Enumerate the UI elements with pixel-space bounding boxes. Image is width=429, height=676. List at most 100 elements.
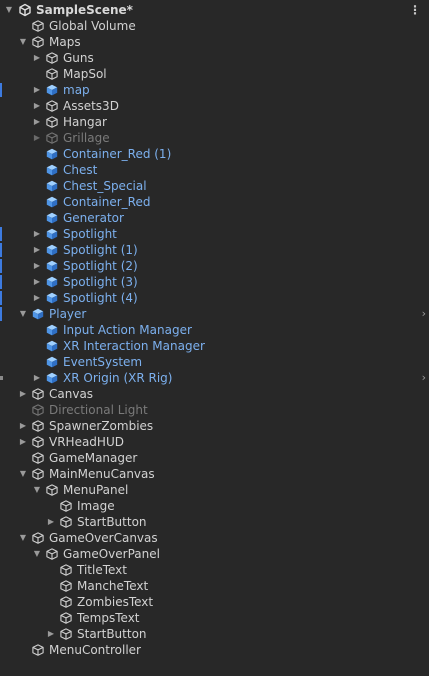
prefab-cube-icon <box>46 260 58 272</box>
cube-icon <box>60 596 72 608</box>
hierarchy-item[interactable]: ▶ Assets3D <box>0 98 429 114</box>
cube-icon <box>60 628 72 640</box>
hierarchy-item-label: MapSol <box>63 67 107 81</box>
hierarchy-item[interactable]: TitleText <box>0 562 429 578</box>
expand-arrow-icon[interactable]: ▼ <box>32 482 42 498</box>
hierarchy-item[interactable]: Container_Red (1) <box>0 146 429 162</box>
hierarchy-item[interactable]: ▶ Spotlight (4) <box>0 290 429 306</box>
hierarchy-item-label: MancheText <box>77 579 149 593</box>
prefab-cube-icon <box>46 276 58 288</box>
cube-icon <box>32 404 44 416</box>
collapse-arrow-icon[interactable]: ▶ <box>32 130 42 146</box>
expand-arrow-icon[interactable]: ▼ <box>18 306 28 322</box>
hierarchy-item[interactable]: ▼ GameOverPanel <box>0 546 429 562</box>
hierarchy-item[interactable]: TempsText <box>0 610 429 626</box>
collapse-arrow-icon[interactable]: ▶ <box>32 98 42 114</box>
hierarchy-item[interactable]: ▶ Spotlight <box>0 226 429 242</box>
expand-arrow-icon[interactable]: ▼ <box>4 2 14 18</box>
override-marker <box>0 275 2 289</box>
cube-icon <box>60 516 72 528</box>
hierarchy-item[interactable]: Container_Red <box>0 194 429 210</box>
collapse-arrow-icon[interactable]: ▶ <box>32 290 42 306</box>
hierarchy-item[interactable]: ▼ MenuPanel <box>0 482 429 498</box>
collapse-arrow-icon[interactable]: ▶ <box>32 114 42 130</box>
cube-icon <box>32 468 44 480</box>
hierarchy-item[interactable]: Input Action Manager <box>0 322 429 338</box>
hierarchy-item[interactable]: ▶ StartButton <box>0 514 429 530</box>
hierarchy-item-label: GameManager <box>49 451 138 465</box>
override-marker <box>0 291 2 305</box>
hierarchy-item[interactable]: ▶ Hangar <box>0 114 429 130</box>
hierarchy-item-label: map <box>63 83 90 97</box>
hierarchy-item[interactable]: ▼ Maps <box>0 34 429 50</box>
hierarchy-item[interactable]: MenuController <box>0 642 429 658</box>
hierarchy-item[interactable]: ▶ VRHeadHUD <box>0 434 429 450</box>
hierarchy-item-label: Input Action Manager <box>63 323 192 337</box>
prefab-cube-icon <box>46 180 58 192</box>
hierarchy-item[interactable]: ▶ Spotlight (3) <box>0 274 429 290</box>
cube-icon <box>46 100 58 112</box>
hierarchy-item[interactable]: Directional Light <box>0 402 429 418</box>
cube-icon <box>32 388 44 400</box>
hierarchy-item[interactable]: ▶ Canvas <box>0 386 429 402</box>
hierarchy-item[interactable]: Chest <box>0 162 429 178</box>
scene-row[interactable]: ▼ SampleScene* ⋮ <box>0 2 429 18</box>
collapse-arrow-icon[interactable]: ▶ <box>32 82 42 98</box>
prefab-cube-icon <box>46 244 58 256</box>
collapse-arrow-icon[interactable]: ▶ <box>32 258 42 274</box>
collapse-arrow-icon[interactable]: ▶ <box>32 226 42 242</box>
hierarchy-item-label: Image <box>77 499 115 513</box>
hierarchy-item-label: Chest_Special <box>63 179 147 193</box>
expand-arrow-icon[interactable]: ▼ <box>18 34 28 50</box>
expand-arrow-icon[interactable]: ▼ <box>18 466 28 482</box>
hierarchy-item[interactable]: ▶ Spotlight (1) <box>0 242 429 258</box>
cube-icon <box>60 564 72 576</box>
hierarchy-item[interactable]: ▶ SpawnerZombies <box>0 418 429 434</box>
hierarchy-item-label: TitleText <box>77 563 127 577</box>
collapse-arrow-icon[interactable]: ▶ <box>46 514 56 530</box>
vertical-dots-icon[interactable]: ⋮ <box>409 2 421 18</box>
cube-icon <box>32 644 44 656</box>
hierarchy-item[interactable]: ▶ map <box>0 82 429 98</box>
hierarchy-item[interactable]: EventSystem <box>0 354 429 370</box>
hierarchy-item[interactable]: XR Interaction Manager <box>0 338 429 354</box>
hierarchy-item-label: Spotlight (4) <box>63 291 138 305</box>
hierarchy-item[interactable]: ▶ StartButton <box>0 626 429 642</box>
hierarchy-item[interactable]: GameManager <box>0 450 429 466</box>
collapse-arrow-icon[interactable]: ▶ <box>32 242 42 258</box>
collapse-arrow-icon[interactable]: ▶ <box>18 418 28 434</box>
cube-icon <box>46 548 58 560</box>
chevron-right-icon[interactable]: › <box>422 306 426 322</box>
collapse-arrow-icon[interactable]: ▶ <box>32 370 42 386</box>
collapse-arrow-icon[interactable]: ▶ <box>32 274 42 290</box>
hierarchy-item[interactable]: MancheText <box>0 578 429 594</box>
hierarchy-item-label: StartButton <box>77 627 147 641</box>
hierarchy-item[interactable]: ▶ Spotlight (2) <box>0 258 429 274</box>
collapse-arrow-icon[interactable]: ▶ <box>46 626 56 642</box>
expand-arrow-icon[interactable]: ▼ <box>18 530 28 546</box>
hierarchy-item-label: Container_Red (1) <box>63 147 172 161</box>
hierarchy-item[interactable]: ▶ Guns <box>0 50 429 66</box>
collapse-arrow-icon[interactable]: ▶ <box>32 50 42 66</box>
hierarchy-item[interactable]: Image <box>0 498 429 514</box>
prefab-cube-icon <box>46 340 58 352</box>
chevron-right-icon[interactable]: › <box>422 370 426 386</box>
hierarchy-item[interactable]: ▼ MainMenuCanvas <box>0 466 429 482</box>
hierarchy-item[interactable]: ▶ XR Origin (XR Rig) › <box>0 370 429 386</box>
prefab-cube-icon <box>46 356 58 368</box>
hierarchy-item[interactable]: MapSol <box>0 66 429 82</box>
hierarchy-item-label: EventSystem <box>63 355 143 369</box>
hierarchy-item[interactable]: Generator <box>0 210 429 226</box>
hierarchy-item[interactable]: ▼ Player › <box>0 306 429 322</box>
hierarchy-item-label: Canvas <box>49 387 94 401</box>
hierarchy-item[interactable]: ZombiesText <box>0 594 429 610</box>
hierarchy-item[interactable]: ▼ GameOverCanvas <box>0 530 429 546</box>
expand-arrow-icon[interactable]: ▼ <box>32 546 42 562</box>
cube-icon <box>32 36 44 48</box>
collapse-arrow-icon[interactable]: ▶ <box>18 434 28 450</box>
collapse-arrow-icon[interactable]: ▶ <box>18 386 28 402</box>
hierarchy-item[interactable]: ▶ Grillage <box>0 130 429 146</box>
hierarchy-item[interactable]: Global Volume <box>0 18 429 34</box>
cube-icon <box>60 612 72 624</box>
hierarchy-item[interactable]: Chest_Special <box>0 178 429 194</box>
